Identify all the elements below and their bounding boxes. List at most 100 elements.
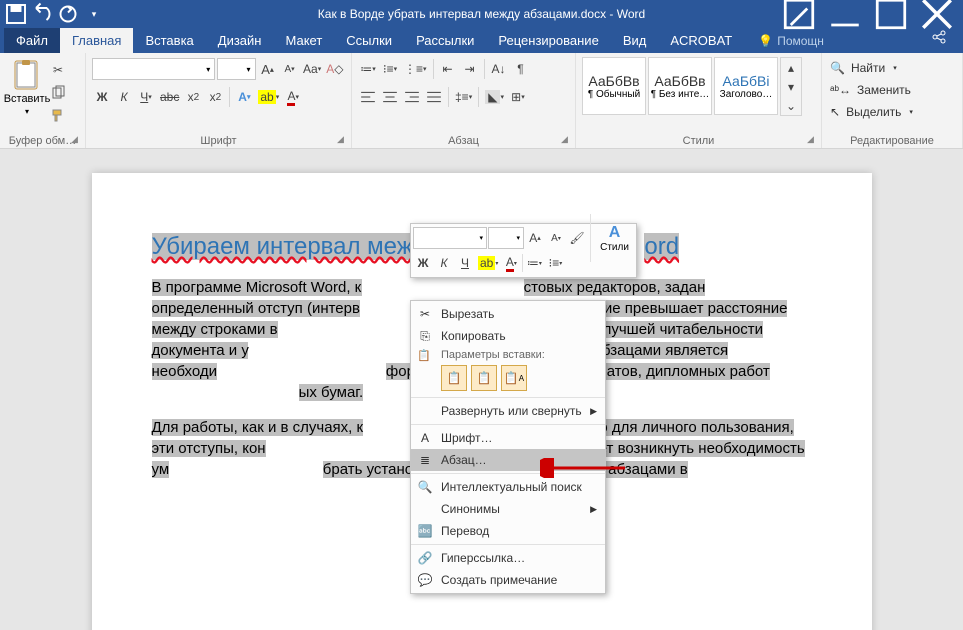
paste-merge-formatting[interactable]: 📋 [471,365,497,391]
styles-scroll-up[interactable]: ▴ [781,58,801,77]
mini-italic[interactable]: К [434,252,454,274]
close-icon[interactable] [915,0,959,28]
paste-text-only[interactable]: 📋A [501,365,527,391]
tab-layout[interactable]: Макет [273,28,334,53]
grow-font-icon[interactable]: A▴ [258,58,278,80]
ribbon: Вставить ▾ ✂ Буфер обм… ◢ ▾ ▾ A▴ A▾ Aa▾ … [0,53,963,149]
cut-icon[interactable]: ✂ [48,59,68,81]
align-center-icon[interactable] [380,86,400,108]
replace-button[interactable]: ᵃᵇ↔Заменить [830,79,954,101]
font-dialog-launcher[interactable]: ◢ [337,134,349,146]
paragraph-dialog-launcher[interactable]: ◢ [561,134,573,146]
undo-icon[interactable] [30,2,54,26]
style-no-spacing[interactable]: АаБбВв ¶ Без инте… [648,57,712,115]
shading-icon[interactable]: ◣▾ [483,86,506,108]
paste-button[interactable]: Вставить ▾ [6,57,48,127]
sort-icon[interactable]: A↓ [489,58,509,80]
cm-hyperlink[interactable]: 🔗Гиперссылка… [411,547,605,569]
minimize-icon[interactable] [823,0,867,28]
tab-design[interactable]: Дизайн [206,28,274,53]
line-spacing-icon[interactable]: ‡≡▾ [453,86,474,108]
highlight-icon[interactable]: ab▾ [256,86,281,108]
tab-view[interactable]: Вид [611,28,659,53]
cm-paragraph[interactable]: ≣Абзац… [411,449,605,471]
clipboard-icon: 📋 [417,349,431,362]
subscript-button[interactable]: x2 [183,86,203,108]
tab-review[interactable]: Рецензирование [486,28,610,53]
mini-bold[interactable]: Ж [413,252,433,274]
justify-icon[interactable] [424,86,444,108]
cm-cut[interactable]: ✂Вырезать [411,303,605,325]
save-icon[interactable] [4,2,28,26]
cm-expand-collapse[interactable]: Развернуть или свернуть▶ [411,400,605,422]
ribbon-options-icon[interactable] [777,0,821,28]
cm-translate[interactable]: 🔤Перевод [411,520,605,542]
clipboard-dialog-launcher[interactable]: ◢ [71,134,83,146]
show-marks-icon[interactable]: ¶ [511,58,531,80]
styles-scroll-down[interactable]: ▾ [781,77,801,96]
document-title: Как в Ворде убрать интервал между абзаца… [318,7,645,21]
mini-font-color-icon[interactable]: A▾ [501,252,521,274]
underline-button[interactable]: Ч▾ [136,86,156,108]
superscript-button[interactable]: x2 [205,86,225,108]
tab-file[interactable]: Файл [4,28,60,53]
styles-dialog-launcher[interactable]: ◢ [807,134,819,146]
strikethrough-button[interactable]: abc [158,86,181,108]
mini-grow-font[interactable]: A▴ [525,227,545,249]
font-a-icon: A [417,430,433,446]
mini-format-painter-icon[interactable]: 🖌 [567,227,587,249]
increase-indent-icon[interactable]: ⇥ [460,58,480,80]
maximize-icon[interactable] [869,0,913,28]
text-effects-icon[interactable]: A▾ [234,86,254,108]
select-button[interactable]: ↖Выделить▾ [830,101,954,123]
mini-shrink-font[interactable]: A▾ [546,227,566,249]
translate-icon: 🔤 [417,523,433,539]
paste-keep-formatting[interactable]: 📋 [441,365,467,391]
multilevel-list-icon[interactable]: ⋮≡▾ [402,58,429,80]
cm-smart-lookup[interactable]: 🔍Интеллектуальный поиск [411,476,605,498]
tab-acrobat[interactable]: ACROBAT [658,28,744,53]
cm-synonyms[interactable]: Синонимы▶ [411,498,605,520]
align-left-icon[interactable] [358,86,378,108]
mini-underline[interactable]: Ч [455,252,475,274]
align-right-icon[interactable] [402,86,422,108]
tab-home[interactable]: Главная [60,28,133,53]
clear-formatting-icon[interactable]: A◇ [325,58,345,80]
copy-icon[interactable] [48,82,68,104]
font-name-combo[interactable]: ▾ [92,58,215,80]
style-normal[interactable]: АаБбВв ¶ Обычный [582,57,646,115]
cm-font[interactable]: AШрифт… [411,427,605,449]
tab-references[interactable]: Ссылки [334,28,404,53]
bold-button[interactable]: Ж [92,86,112,108]
change-case-icon[interactable]: Aa▾ [302,58,323,80]
tab-mailings[interactable]: Рассылки [404,28,486,53]
shrink-font-icon[interactable]: A▾ [280,58,300,80]
mini-bullets-icon[interactable]: ≔▾ [524,252,544,274]
bullets-icon[interactable]: ≔▾ [358,58,378,80]
mini-size-combo[interactable]: ▾ [488,227,524,249]
format-painter-icon[interactable] [48,105,68,127]
mini-numbering-icon[interactable]: ⁝≡▾ [545,252,565,274]
find-button[interactable]: 🔍Найти▾ [830,57,954,79]
paste-options: 📋 📋 📋A [411,363,605,395]
font-size-combo[interactable]: ▾ [217,58,255,80]
group-clipboard: Вставить ▾ ✂ Буфер обм… ◢ [0,53,86,148]
paragraph-label: Абзац [352,135,575,147]
mini-highlight-icon[interactable]: ab▾ [476,252,500,274]
font-color-icon[interactable]: A▾ [283,86,303,108]
cm-copy[interactable]: ⎘Копировать [411,325,605,347]
borders-icon[interactable]: ⊞▾ [508,86,528,108]
style-heading[interactable]: АаБбВі Заголово… [714,57,778,115]
styles-label: Стили [576,135,821,147]
numbering-icon[interactable]: ⁝≡▾ [380,58,400,80]
redo-icon[interactable] [56,2,80,26]
cm-new-comment[interactable]: 💬Создать примечание [411,569,605,591]
italic-button[interactable]: К [114,86,134,108]
qat-customize-icon[interactable]: ▾ [82,2,106,26]
styles-more[interactable]: ⌄ [781,96,801,115]
tab-insert[interactable]: Вставка [133,28,205,53]
decrease-indent-icon[interactable]: ⇤ [438,58,458,80]
mini-font-combo[interactable]: ▾ [413,227,487,249]
quick-access-toolbar: ▾ [4,2,106,26]
cm-paste-header: 📋Параметры вставки: [411,347,605,363]
